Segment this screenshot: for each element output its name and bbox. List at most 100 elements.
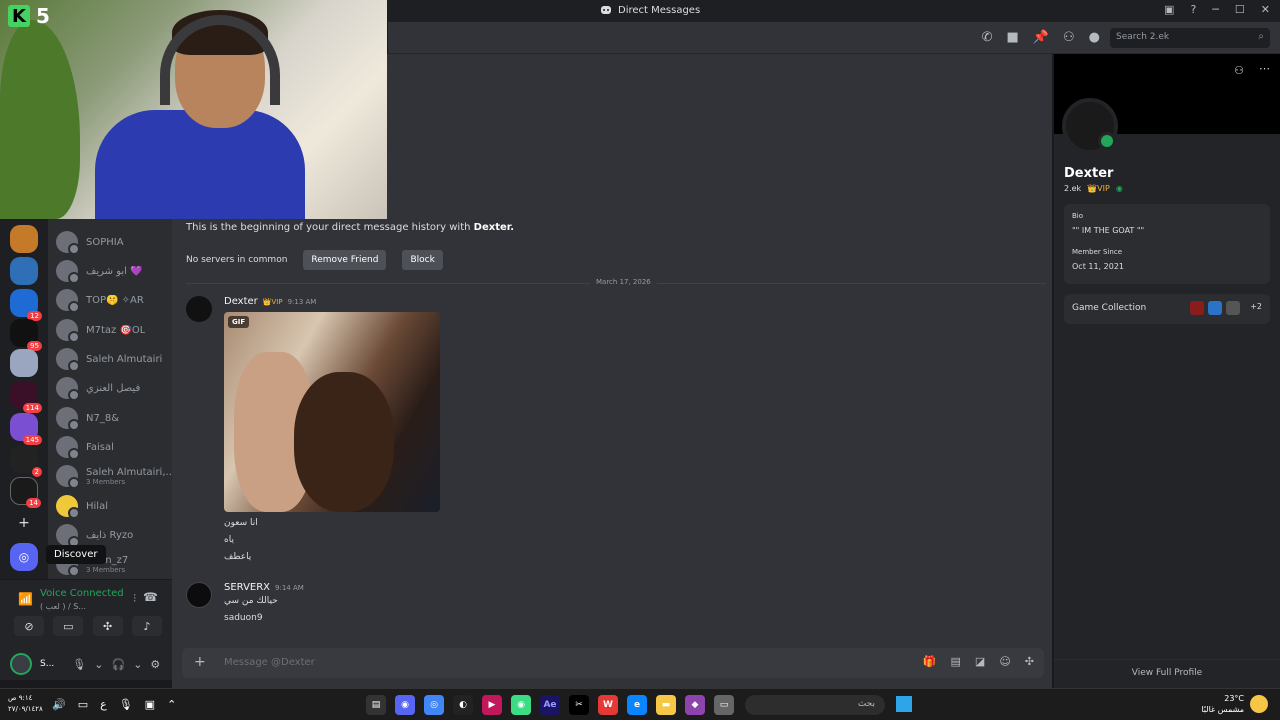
server-icon[interactable]: 12 (10, 289, 42, 321)
search-input[interactable]: Search 2.ek ⌕ (1110, 28, 1270, 48)
camera-off-icon[interactable]: ⊘ (14, 616, 44, 636)
add-attachment-icon[interactable]: + (194, 654, 206, 670)
add-friends-icon[interactable]: ⚇ (1063, 30, 1075, 45)
file-explorer-icon[interactable]: ▬ (656, 695, 676, 715)
chevron-down-icon[interactable]: ⌄ (94, 658, 103, 671)
capcut-icon[interactable]: ✂ (569, 695, 589, 715)
user-avatar[interactable] (10, 653, 32, 675)
game-icon (1226, 301, 1240, 315)
block-button[interactable]: Block (402, 250, 443, 270)
dm-item[interactable]: TOP🤫 ✧AR (56, 287, 172, 313)
profile-avatar[interactable] (1062, 98, 1118, 154)
video-call-icon[interactable]: ■ (1007, 30, 1019, 45)
tray-app-icon[interactable]: ▣ (145, 698, 155, 711)
dm-intro-actions: No servers in common Remove Friend Block (186, 250, 443, 270)
app-icon[interactable]: ▶ (482, 695, 502, 715)
dm-item[interactable]: SOPHIA (56, 229, 172, 255)
maximize-button[interactable]: ☐ (1235, 3, 1245, 16)
screen-share-icon[interactable]: ▭ (53, 616, 84, 636)
voice-status[interactable]: Voice Connected (40, 588, 124, 599)
view-full-profile-link[interactable]: View Full Profile (1054, 659, 1280, 678)
voice-call-icon[interactable]: ✆ (982, 30, 993, 45)
user-profile-icon[interactable]: ● (1089, 30, 1100, 45)
app-icon[interactable]: ▤ (366, 695, 386, 715)
server-icon[interactable]: 14 (10, 477, 41, 508)
windows-start-icon[interactable] (896, 696, 912, 712)
discord-app-icon[interactable]: ◉ (395, 695, 415, 715)
language-icon[interactable]: ع (100, 698, 107, 711)
sticker-icon[interactable]: ◪ (975, 655, 985, 668)
taskbar-clock[interactable]: ٩:١٤ ص ٢٧/٠٩/١٤٢٨ (8, 693, 43, 715)
gif-attachment[interactable]: GIF (224, 312, 440, 512)
volume-icon[interactable]: 🔊 (52, 698, 66, 711)
soundboard-icon[interactable]: ♪ (131, 616, 162, 636)
settings-gear-icon[interactable]: ⚙ (150, 658, 160, 671)
headphones-icon[interactable]: 🎧 (111, 658, 125, 671)
apps-icon[interactable]: ✣ (1025, 655, 1034, 668)
after-effects-icon[interactable]: Ae (540, 695, 560, 715)
voice-status-row: 📶 Voice Connected ( لعب ) / S... ⫶ ☎ (14, 584, 164, 614)
dm-item[interactable]: Saleh Almutairi,... 3 Members (56, 463, 172, 489)
monitor-icon[interactable]: ▭ (78, 698, 88, 711)
app-icon[interactable]: ◐ (453, 695, 473, 715)
microphone-icon[interactable]: 🎙 (119, 698, 133, 711)
weather-widget[interactable]: 23°C مشمس غالبًا (1201, 693, 1270, 715)
dm-item[interactable]: N7_8& (56, 405, 172, 431)
no-servers-text: No servers in common (186, 255, 288, 265)
add-server-icon[interactable]: + (10, 509, 38, 537)
dm-item[interactable]: Saleh Almutairi (56, 346, 172, 372)
help-icon[interactable]: ? (1190, 3, 1196, 16)
server-icon[interactable]: 114 (10, 381, 42, 413)
discover-icon[interactable]: ◎ (10, 543, 38, 571)
copilot-icon[interactable]: ◆ (685, 695, 705, 715)
chevron-up-icon[interactable]: ⌃ (167, 698, 176, 711)
remove-friend-button[interactable]: Remove Friend (303, 250, 387, 270)
pin-icon[interactable]: 📌 (1033, 30, 1049, 45)
close-button[interactable]: ✕ (1261, 3, 1270, 16)
message-author[interactable]: Dexter (224, 296, 258, 307)
user-name[interactable]: S... (40, 659, 54, 669)
game-collection-label: Game Collection (1072, 303, 1147, 313)
message-author[interactable]: SERVERX (224, 582, 270, 593)
edge-icon[interactable]: e (627, 695, 647, 715)
gift-icon[interactable]: 🎁 (923, 655, 937, 668)
server-icon[interactable] (10, 257, 38, 285)
dm-item[interactable]: فيصل العنزي (56, 375, 172, 401)
message-text: ياه (224, 535, 234, 545)
stream-logo-number: 5 (36, 4, 50, 28)
profile-meta: 2.ek 👑VIP ◉ (1064, 184, 1123, 193)
noise-suppression-icon[interactable]: ⫶ (133, 592, 136, 606)
add-friend-icon[interactable]: ⚇ (1234, 64, 1244, 77)
inbox-icon[interactable]: ▣ (1164, 3, 1174, 16)
dm-item[interactable]: Faisal (56, 434, 172, 460)
server-icon[interactable] (10, 349, 38, 377)
server-icon[interactable] (10, 225, 38, 253)
bio-text: "" IM THE GOAT "" (1072, 226, 1145, 235)
minimize-button[interactable]: ─ (1212, 3, 1219, 16)
bio-label: Bio (1072, 212, 1084, 220)
activities-icon[interactable]: ✣ (92, 616, 123, 636)
chrome-icon[interactable]: ◎ (424, 695, 444, 715)
server-icon[interactable]: 145 (10, 413, 42, 445)
app-icon[interactable]: ▭ (714, 695, 734, 715)
server-badge: 14 (26, 498, 41, 508)
chevron-down-icon[interactable]: ⌄ (133, 658, 142, 671)
message-composer[interactable]: + Message @Dexter 🎁 ▤ ◪ ☺ ✣ (182, 648, 1044, 678)
avatar[interactable] (186, 296, 212, 322)
disconnect-icon[interactable]: ☎ (143, 590, 158, 604)
dm-item[interactable]: ابو شريف 💜 (56, 258, 172, 284)
avatar[interactable] (186, 582, 212, 608)
dm-item[interactable]: M7taz 🎯OL (56, 317, 172, 343)
wps-icon[interactable]: W (598, 695, 618, 715)
server-icon[interactable]: 2 (10, 445, 42, 477)
emoji-icon[interactable]: ☺ (999, 655, 1010, 668)
server-icon[interactable]: 95 (10, 319, 42, 351)
gif-icon[interactable]: ▤ (951, 655, 961, 668)
app-icon[interactable]: ◉ (511, 695, 531, 715)
toolbar-icons: ✆ ■ 📌 ⚇ ● (982, 30, 1100, 45)
taskbar-search[interactable]: بحث (745, 695, 885, 715)
dm-item[interactable]: Hilal (56, 493, 172, 519)
game-collection-card[interactable]: Game Collection +2 (1064, 294, 1270, 324)
more-options-icon[interactable]: ⋯ (1259, 62, 1270, 75)
microphone-icon[interactable]: 🎙 (72, 658, 86, 671)
